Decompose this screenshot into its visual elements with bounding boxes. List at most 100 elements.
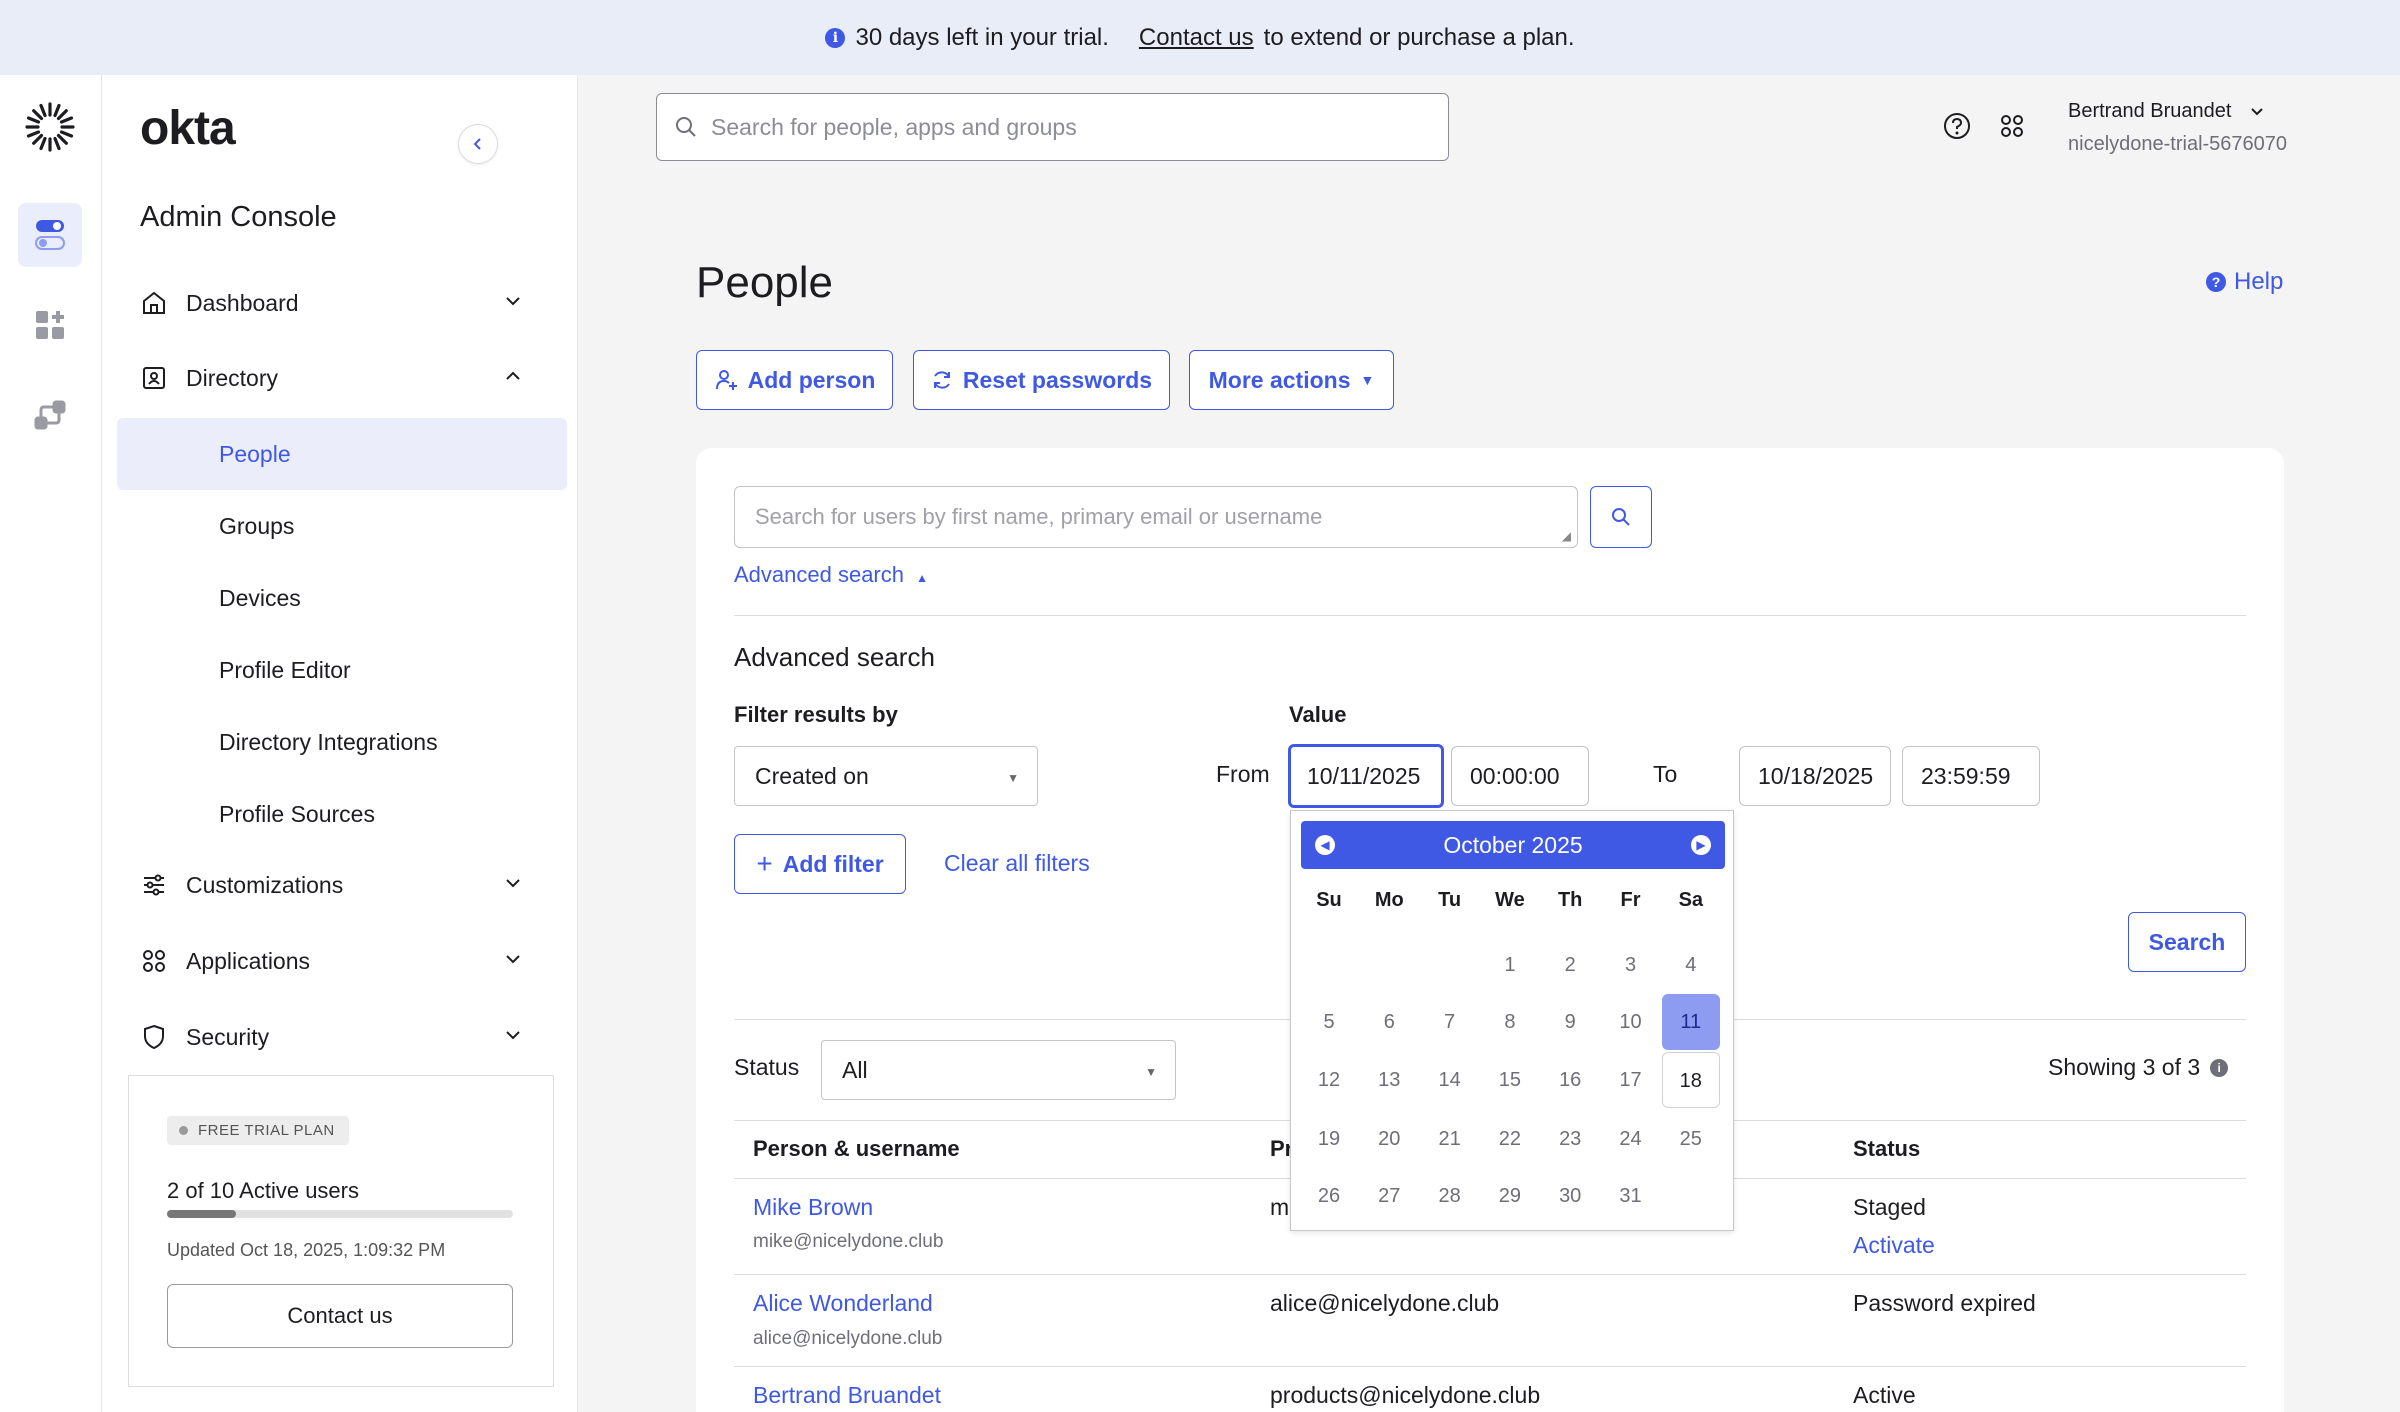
nav-security[interactable]: Security: [140, 1012, 540, 1062]
search-icon: [676, 117, 696, 137]
banner-text: 30 days left in your trial.: [855, 23, 1109, 51]
calendar-day[interactable]: 30: [1541, 1168, 1599, 1224]
contact-us-link[interactable]: Contact us: [1139, 24, 1254, 52]
refresh-icon: [933, 371, 950, 389]
more-actions-button[interactable]: More actions ▼: [1189, 350, 1394, 410]
reset-passwords-button[interactable]: Reset passwords: [913, 350, 1170, 410]
calendar-day[interactable]: 22: [1481, 1111, 1539, 1167]
person-primary-email: products@nicelydone.club: [1270, 1382, 1541, 1408]
okta-wordmark: okta: [140, 102, 236, 155]
users-progress-bar: [167, 1210, 513, 1218]
column-header-person[interactable]: Person & username: [753, 1136, 960, 1162]
sidebar-item-directory-integrations[interactable]: Directory Integrations: [117, 706, 567, 778]
apps-launcher-icon[interactable]: [1996, 110, 2028, 142]
weekday-header: Sa: [1678, 889, 1704, 911]
org-name: nicelydone-trial-5676070: [2068, 133, 2288, 155]
workflow-icon[interactable]: [18, 383, 82, 447]
calendar-day[interactable]: 4: [1662, 937, 1720, 993]
advanced-search-toggle[interactable]: Advanced search ▲: [734, 562, 928, 588]
nav-applications[interactable]: Applications: [140, 936, 540, 986]
nav-directory[interactable]: Directory: [140, 353, 540, 403]
sliders-icon: [140, 871, 168, 899]
column-header-status[interactable]: Status: [1853, 1136, 1920, 1162]
nav-customizations-label: Customizations: [186, 871, 344, 898]
calendar-day[interactable]: 5: [1300, 994, 1358, 1050]
calendar-day[interactable]: 19: [1300, 1111, 1358, 1167]
calendar-day[interactable]: 21: [1421, 1111, 1479, 1167]
nav-customizations[interactable]: Customizations: [140, 860, 540, 910]
calendar-day[interactable]: 3: [1602, 937, 1660, 993]
calendar-day[interactable]: 29: [1481, 1168, 1539, 1224]
calendar-day[interactable]: 6: [1360, 994, 1418, 1050]
admin-toggle-icon[interactable]: [18, 203, 82, 267]
calendar-day[interactable]: 16: [1541, 1052, 1599, 1108]
calendar-day[interactable]: 13: [1360, 1052, 1418, 1108]
contact-us-button[interactable]: Contact us: [167, 1284, 513, 1348]
from-label: From: [1216, 761, 1270, 787]
person-name-link[interactable]: Mike Brown: [753, 1194, 873, 1221]
from-date-input[interactable]: 10/11/2025: [1288, 744, 1444, 808]
search-button[interactable]: Search: [2128, 912, 2246, 972]
calendar-day[interactable]: 31: [1602, 1168, 1660, 1224]
person-name-link[interactable]: Bertrand Bruandet: [753, 1382, 941, 1409]
activate-link[interactable]: Activate: [1853, 1232, 1935, 1259]
calendar-day[interactable]: 7: [1421, 994, 1479, 1050]
resize-handle-icon[interactable]: ◢: [1562, 529, 1571, 543]
user-search-placeholder: Search for users by first name, primary …: [755, 504, 1323, 529]
calendar-day[interactable]: 1: [1481, 937, 1539, 993]
calendar-day[interactable]: 28: [1421, 1168, 1479, 1224]
nav-dashboard[interactable]: Dashboard: [140, 278, 540, 328]
collapse-sidebar-button[interactable]: [458, 124, 498, 164]
calendar-day[interactable]: 10: [1602, 994, 1660, 1050]
calendar-day[interactable]: 26: [1300, 1168, 1358, 1224]
from-time-input[interactable]: 00:00:00: [1451, 746, 1589, 806]
global-search-input[interactable]: [711, 113, 1411, 141]
sidebar: okta Admin Console Dashboard Directory P…: [102, 75, 578, 1412]
sidebar-item-profile-editor[interactable]: Profile Editor: [117, 634, 567, 706]
trial-badge: FREE TRIAL PLAN: [167, 1116, 349, 1145]
clear-filters-link[interactable]: Clear all filters: [944, 850, 1090, 877]
chevron-down-icon: [506, 1031, 520, 1040]
page-title: People: [696, 258, 834, 307]
calendar-day[interactable]: 17: [1602, 1052, 1660, 1108]
to-date-input[interactable]: 10/18/2025: [1739, 746, 1891, 806]
calendar-day[interactable]: 23: [1541, 1111, 1599, 1167]
status-select[interactable]: All ▼: [821, 1040, 1176, 1100]
add-apps-icon[interactable]: [18, 293, 82, 357]
sidebar-item-devices[interactable]: Devices: [117, 562, 567, 634]
sidebar-item-profile-sources[interactable]: Profile Sources: [117, 778, 567, 850]
user-menu[interactable]: Bertrand Bruandet nicelydone-trial-56760…: [2068, 100, 2287, 156]
calendar-day[interactable]: 8: [1481, 994, 1539, 1050]
plus-icon: +: [756, 848, 773, 879]
sidebar-item-people[interactable]: People: [117, 418, 567, 490]
to-time-input[interactable]: 23:59:59: [1902, 746, 2040, 806]
filter-select[interactable]: Created on ▼: [734, 746, 1038, 806]
user-search-input[interactable]: Search for users by first name, primary …: [734, 486, 1578, 548]
help-circle-icon[interactable]: [1941, 110, 1973, 142]
calendar-day[interactable]: 11: [1661, 994, 1720, 1050]
calendar-day[interactable]: 27: [1360, 1168, 1418, 1224]
person-name-link[interactable]: Alice Wonderland: [753, 1290, 933, 1317]
calendar-day[interactable]: 25: [1662, 1111, 1720, 1167]
calendar-day[interactable]: 14: [1421, 1052, 1479, 1108]
next-month-icon[interactable]: ▶: [1691, 835, 1711, 855]
help-link[interactable]: ? Help: [2206, 268, 2283, 296]
calendar-day[interactable]: 15: [1481, 1052, 1539, 1108]
calendar-day[interactable]: 24: [1602, 1111, 1660, 1167]
sidebar-item-groups[interactable]: Groups: [117, 490, 567, 562]
global-search[interactable]: [656, 93, 1449, 161]
calendar-day[interactable]: 20: [1360, 1111, 1418, 1167]
calendar-day[interactable]: 12: [1300, 1052, 1358, 1108]
calendar-day[interactable]: 18: [1661, 1052, 1720, 1108]
shield-icon: [140, 1023, 168, 1051]
add-person-label: Add person: [747, 366, 876, 393]
add-filter-label: Add filter: [782, 850, 884, 877]
add-filter-button[interactable]: + Add filter: [734, 834, 906, 894]
prev-month-icon[interactable]: ◀: [1315, 835, 1335, 855]
calendar-day[interactable]: 2: [1541, 937, 1599, 993]
user-search-button[interactable]: [1590, 486, 1652, 548]
calendar-day[interactable]: 9: [1541, 994, 1599, 1050]
caret-up-icon: ▲: [916, 571, 929, 585]
add-person-button[interactable]: Add person: [696, 350, 893, 410]
info-icon[interactable]: i: [2210, 1058, 2229, 1077]
